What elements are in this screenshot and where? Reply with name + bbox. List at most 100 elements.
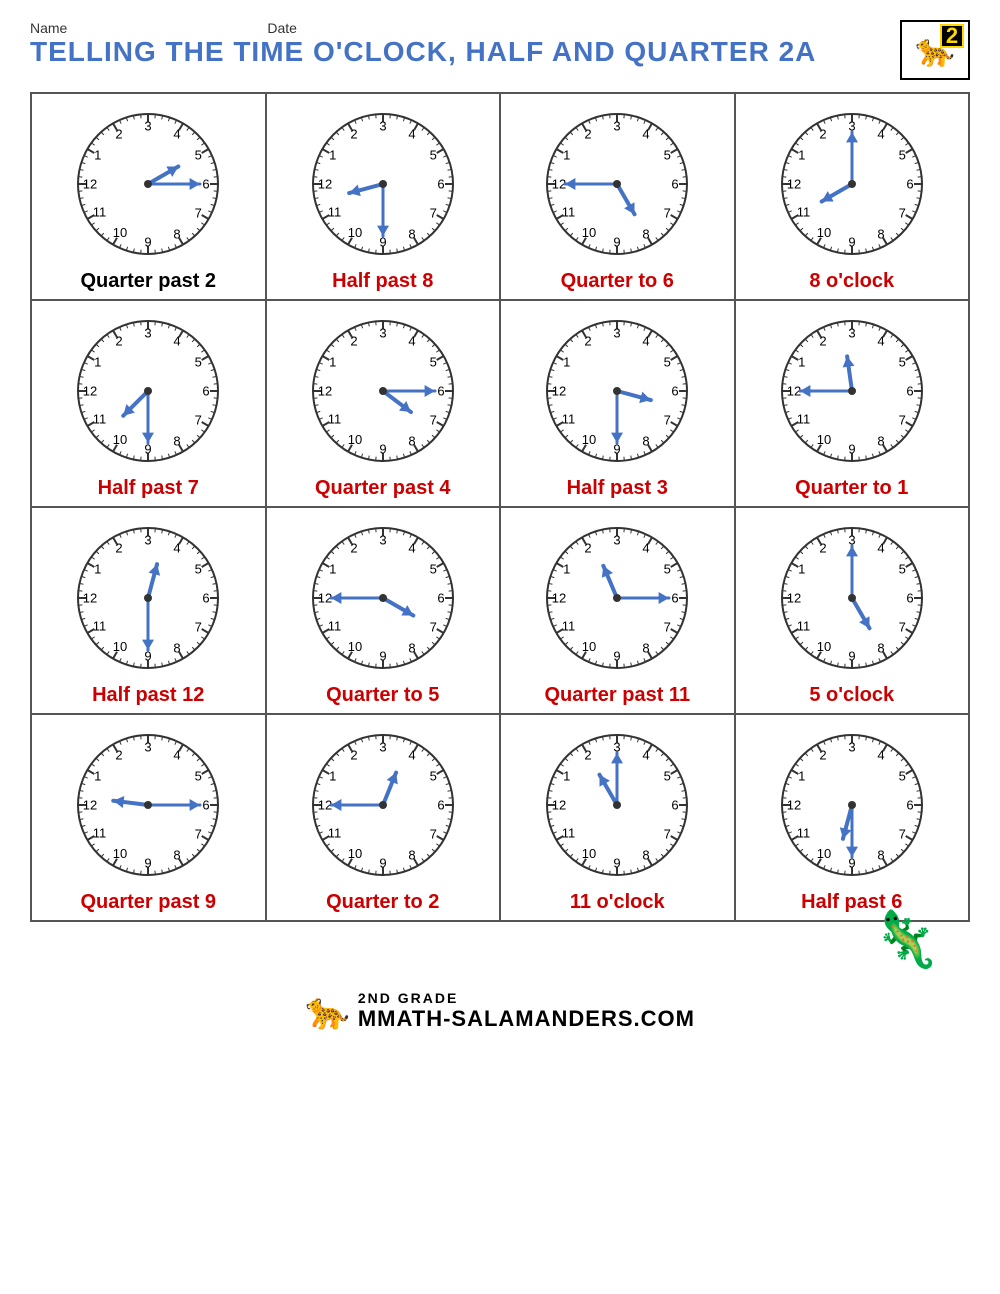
clock-face-15: 121234567891011 (772, 725, 932, 885)
svg-text:4: 4 (877, 126, 884, 141)
svg-text:7: 7 (195, 206, 202, 221)
svg-text:9: 9 (145, 856, 152, 871)
svg-text:8: 8 (877, 848, 884, 863)
svg-text:2: 2 (350, 126, 357, 141)
svg-text:7: 7 (429, 413, 436, 428)
svg-text:1: 1 (563, 148, 570, 163)
salamander-decoration: 🦎 (872, 907, 940, 972)
svg-text:10: 10 (817, 225, 831, 240)
svg-text:5: 5 (664, 355, 671, 370)
svg-text:1: 1 (798, 148, 805, 163)
svg-text:9: 9 (614, 649, 621, 664)
clock-label-12: Quarter past 9 (80, 891, 216, 914)
svg-text:6: 6 (437, 591, 444, 606)
clock-cell-9: 121234567891011 Quarter to 5 (267, 508, 502, 715)
clock-face-6: 121234567891011 (537, 311, 697, 471)
svg-text:8: 8 (877, 434, 884, 449)
svg-text:9: 9 (848, 649, 855, 664)
svg-text:5: 5 (429, 148, 436, 163)
svg-text:6: 6 (437, 384, 444, 399)
svg-text:6: 6 (672, 798, 679, 813)
svg-text:8: 8 (643, 434, 650, 449)
svg-text:11: 11 (562, 826, 576, 841)
svg-text:11: 11 (328, 619, 342, 634)
svg-text:5: 5 (664, 769, 671, 784)
svg-text:7: 7 (664, 827, 671, 842)
clock-cell-3: 121234567891011 8 o'clock (736, 94, 971, 301)
svg-text:1: 1 (329, 562, 336, 577)
svg-text:7: 7 (195, 413, 202, 428)
svg-text:5: 5 (429, 562, 436, 577)
svg-text:1: 1 (563, 769, 570, 784)
footer-area: 🦎 🐆 2ND GRADE MMATH-SALAMANDERS.COM (30, 932, 970, 1032)
svg-text:3: 3 (145, 326, 152, 341)
clock-face-7: 121234567891011 (772, 311, 932, 471)
svg-text:8: 8 (643, 848, 650, 863)
clock-label-5: Quarter past 4 (315, 477, 451, 500)
svg-text:8: 8 (643, 641, 650, 656)
svg-text:2: 2 (350, 747, 357, 762)
footer-site: MMATH-SALAMANDERS.COM (358, 1006, 695, 1032)
clock-label-3: 8 o'clock (809, 270, 894, 293)
svg-text:10: 10 (817, 639, 831, 654)
svg-text:9: 9 (848, 442, 855, 457)
svg-text:12: 12 (318, 177, 332, 192)
svg-text:9: 9 (379, 856, 386, 871)
svg-text:1: 1 (329, 148, 336, 163)
footer: 🐆 2ND GRADE MMATH-SALAMANDERS.COM (305, 990, 695, 1032)
clock-label-8: Half past 12 (92, 684, 204, 707)
svg-text:4: 4 (877, 540, 884, 555)
svg-text:6: 6 (203, 591, 210, 606)
svg-text:2: 2 (585, 747, 592, 762)
clock-face-5: 121234567891011 (303, 311, 463, 471)
svg-text:10: 10 (113, 639, 127, 654)
svg-text:11: 11 (328, 826, 342, 841)
svg-text:3: 3 (614, 326, 621, 341)
footer-logo-icon: 🐆 (305, 990, 350, 1032)
svg-text:10: 10 (582, 225, 596, 240)
svg-text:5: 5 (195, 148, 202, 163)
svg-text:9: 9 (614, 235, 621, 250)
svg-text:2: 2 (819, 333, 826, 348)
svg-text:12: 12 (552, 591, 566, 606)
clock-face-9: 121234567891011 (303, 518, 463, 678)
svg-text:5: 5 (195, 562, 202, 577)
svg-text:11: 11 (93, 412, 107, 427)
footer-logo: 🐆 2ND GRADE MMATH-SALAMANDERS.COM (305, 990, 695, 1032)
svg-text:10: 10 (113, 225, 127, 240)
svg-text:4: 4 (174, 540, 181, 555)
svg-text:1: 1 (94, 562, 101, 577)
svg-text:8: 8 (408, 227, 415, 242)
svg-text:5: 5 (195, 355, 202, 370)
svg-text:5: 5 (898, 769, 905, 784)
clock-face-3: 121234567891011 (772, 104, 932, 264)
svg-text:5: 5 (898, 562, 905, 577)
logo-box: 🐆 2 (900, 20, 970, 80)
clock-face-2: 121234567891011 (537, 104, 697, 264)
svg-text:11: 11 (797, 412, 811, 427)
svg-text:7: 7 (898, 620, 905, 635)
svg-text:4: 4 (174, 126, 181, 141)
svg-text:6: 6 (672, 177, 679, 192)
svg-text:12: 12 (83, 177, 97, 192)
svg-text:4: 4 (877, 333, 884, 348)
page-header: Name Date TELLING THE TIME O'CLOCK, HALF… (30, 20, 970, 84)
svg-text:6: 6 (203, 798, 210, 813)
svg-text:10: 10 (113, 846, 127, 861)
svg-text:3: 3 (379, 326, 386, 341)
clock-label-13: Quarter to 2 (326, 891, 439, 914)
clock-cell-2: 121234567891011 Quarter to 6 (501, 94, 736, 301)
clock-label-0: Quarter past 2 (80, 270, 216, 293)
svg-text:1: 1 (798, 562, 805, 577)
svg-text:10: 10 (817, 846, 831, 861)
clock-label-2: Quarter to 6 (561, 270, 674, 293)
svg-text:5: 5 (429, 769, 436, 784)
svg-text:9: 9 (145, 235, 152, 250)
footer-math-icon: M (358, 1006, 377, 1031)
svg-text:4: 4 (877, 747, 884, 762)
date-label: Date (267, 20, 297, 36)
clock-label-6: Half past 3 (567, 477, 668, 500)
svg-text:9: 9 (848, 235, 855, 250)
svg-text:2: 2 (350, 540, 357, 555)
svg-text:11: 11 (797, 205, 811, 220)
